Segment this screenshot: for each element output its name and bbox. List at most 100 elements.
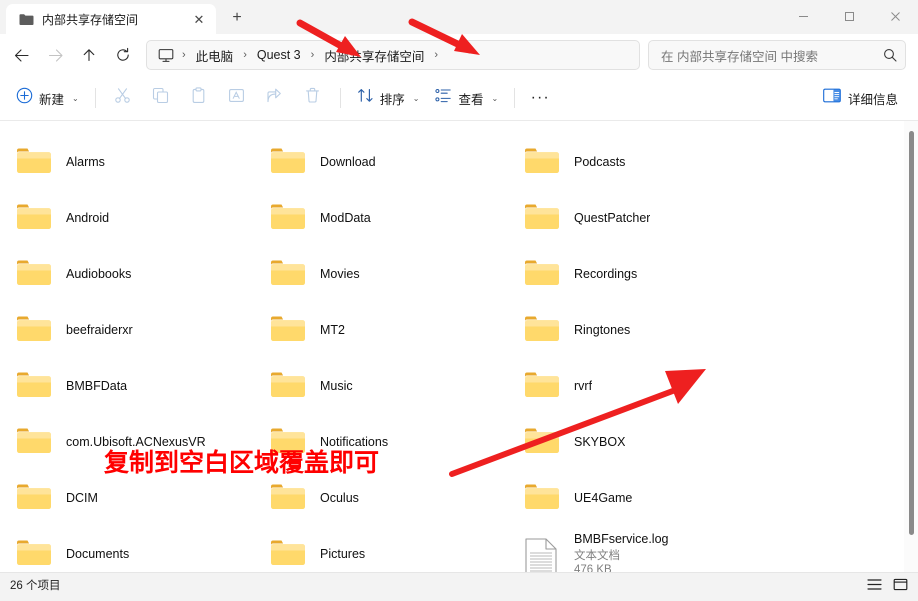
close-tab-icon[interactable]: ✕ [188,8,210,30]
vertical-scrollbar[interactable] [904,121,918,572]
folder-name-label: Audiobooks [66,267,132,281]
folder-icon [524,481,562,515]
folder-item[interactable]: Download [264,135,518,189]
folder-item[interactable]: DCIM [10,471,264,525]
folder-item[interactable]: rvrf [518,359,888,413]
list-view-toggle[interactable] [862,575,886,595]
folder-item[interactable]: Alarms [10,135,264,189]
folder-item[interactable]: Recordings [518,247,888,301]
folder-item[interactable]: beefraiderxr [10,303,264,357]
folder-icon [270,425,308,459]
folder-name-label: DCIM [66,491,98,505]
details-pane-icon [823,88,841,108]
folder-item[interactable]: Ringtones [518,303,888,357]
folder-name-label: SKYBOX [574,435,626,449]
share-button[interactable] [256,83,294,113]
folder-item[interactable]: Android [10,191,264,245]
folder-name-label: Recordings [574,267,638,281]
folder-icon [16,481,54,515]
toolbar-divider-3 [514,88,516,108]
folder-name-label: Documents [66,547,130,561]
file-grid: Alarms Download Podcasts Android ModData… [0,121,918,572]
folder-item[interactable]: Documents [10,527,264,572]
file-list-area[interactable]: Alarms Download Podcasts Android ModData… [0,121,918,572]
folder-item[interactable]: MT2 [264,303,518,357]
folder-name-label: Pictures [320,547,366,561]
maximize-button[interactable] [826,0,872,32]
folder-item[interactable]: ModData [264,191,518,245]
folder-icon [270,145,308,179]
up-button[interactable] [72,39,106,71]
folder-name-label: BMBFData [66,379,128,393]
view-button[interactable]: 查看 ⌄ [427,83,506,113]
folder-name-label: Android [66,211,110,225]
folder-item[interactable]: SKYBOX [518,415,888,469]
paste-button[interactable] [180,83,218,113]
file-explorer-window: 内部共享存储空间 ✕ + › 此电脑 › Quest 3 › 内部共享存储空间 … [0,0,918,596]
large-icons-view-toggle[interactable] [888,575,912,595]
window-controls [780,0,918,32]
new-button-label: 新建 [39,92,65,107]
folder-item[interactable]: com.Ubisoft.ACNexusVR [10,415,264,469]
scissors-icon [114,87,131,109]
breadcrumb-item-internal-shared-storage[interactable]: 内部共享存储空间 [319,43,429,68]
folder-item[interactable]: Movies [264,247,518,301]
folder-item[interactable]: Podcasts [518,135,888,189]
breadcrumb-item-quest-3[interactable]: Quest 3 [252,45,306,65]
this-pc-icon [155,48,177,63]
rename-icon [228,87,245,109]
breadcrumb-separator-3[interactable]: › [429,49,443,61]
folder-item[interactable]: Notifications [264,415,518,469]
search-box[interactable]: 在 内部共享存储空间 中搜索 [648,40,906,70]
new-button[interactable]: 新建 ⌄ [10,83,87,113]
copy-button[interactable] [142,83,180,113]
tab-strip: 内部共享存储空间 ✕ + [0,0,252,34]
back-button[interactable] [4,39,38,71]
folder-item[interactable]: Music [264,359,518,413]
breadcrumb[interactable]: › 此电脑 › Quest 3 › 内部共享存储空间 › [146,40,640,70]
list-view-icon [435,87,452,109]
sort-button[interactable]: 排序 ⌄ [349,83,428,113]
cut-button[interactable] [104,83,142,113]
scrollbar-thumb[interactable] [909,131,914,535]
folder-tab-icon [18,11,34,27]
delete-button[interactable] [294,83,332,113]
breadcrumb-separator-0: › [182,49,186,61]
minimize-button[interactable] [780,0,826,32]
trash-icon [304,87,321,109]
more-options-button[interactable]: ··· [523,83,557,113]
folder-item[interactable]: Pictures [264,527,518,572]
folder-item[interactable]: UE4Game [518,471,888,525]
forward-button[interactable] [38,39,72,71]
folder-item[interactable]: Audiobooks [10,247,264,301]
folder-icon [16,145,54,179]
folder-item[interactable]: BMBFData [10,359,264,413]
rename-button[interactable] [218,83,256,113]
folder-icon [270,481,308,515]
refresh-button[interactable] [106,39,140,71]
folder-icon [524,369,562,403]
tab-internal-shared-storage[interactable]: 内部共享存储空间 ✕ [6,4,216,34]
folder-icon [270,537,308,571]
folder-item[interactable]: Oculus [264,471,518,525]
folder-name-label: Notifications [320,435,389,449]
folder-icon [16,201,54,235]
search-icon[interactable] [883,48,897,62]
new-tab-icon[interactable]: + [222,4,252,32]
file-item[interactable]: BMBFservice.log 文本文档 476 KB [518,527,888,572]
circle-plus-icon [16,87,33,109]
folder-item[interactable]: QuestPatcher [518,191,888,245]
copy-icon [152,87,169,109]
folder-name-label: Podcasts [574,155,626,169]
search-input[interactable]: 在 内部共享存储空间 中搜索 [661,46,883,65]
view-button-label: 查看 [458,92,484,107]
share-icon [266,87,283,109]
toolbar-divider-2 [339,88,341,108]
details-pane-label: 详细信息 [847,92,898,107]
details-pane-button[interactable]: 详细信息 [815,83,906,113]
breadcrumb-item-this-pc[interactable]: 此电脑 [191,43,239,68]
close-button[interactable] [872,0,918,32]
file-name-label: BMBFservice.log [574,532,669,546]
folder-name-label: Download [320,155,376,169]
folder-icon [524,257,562,291]
